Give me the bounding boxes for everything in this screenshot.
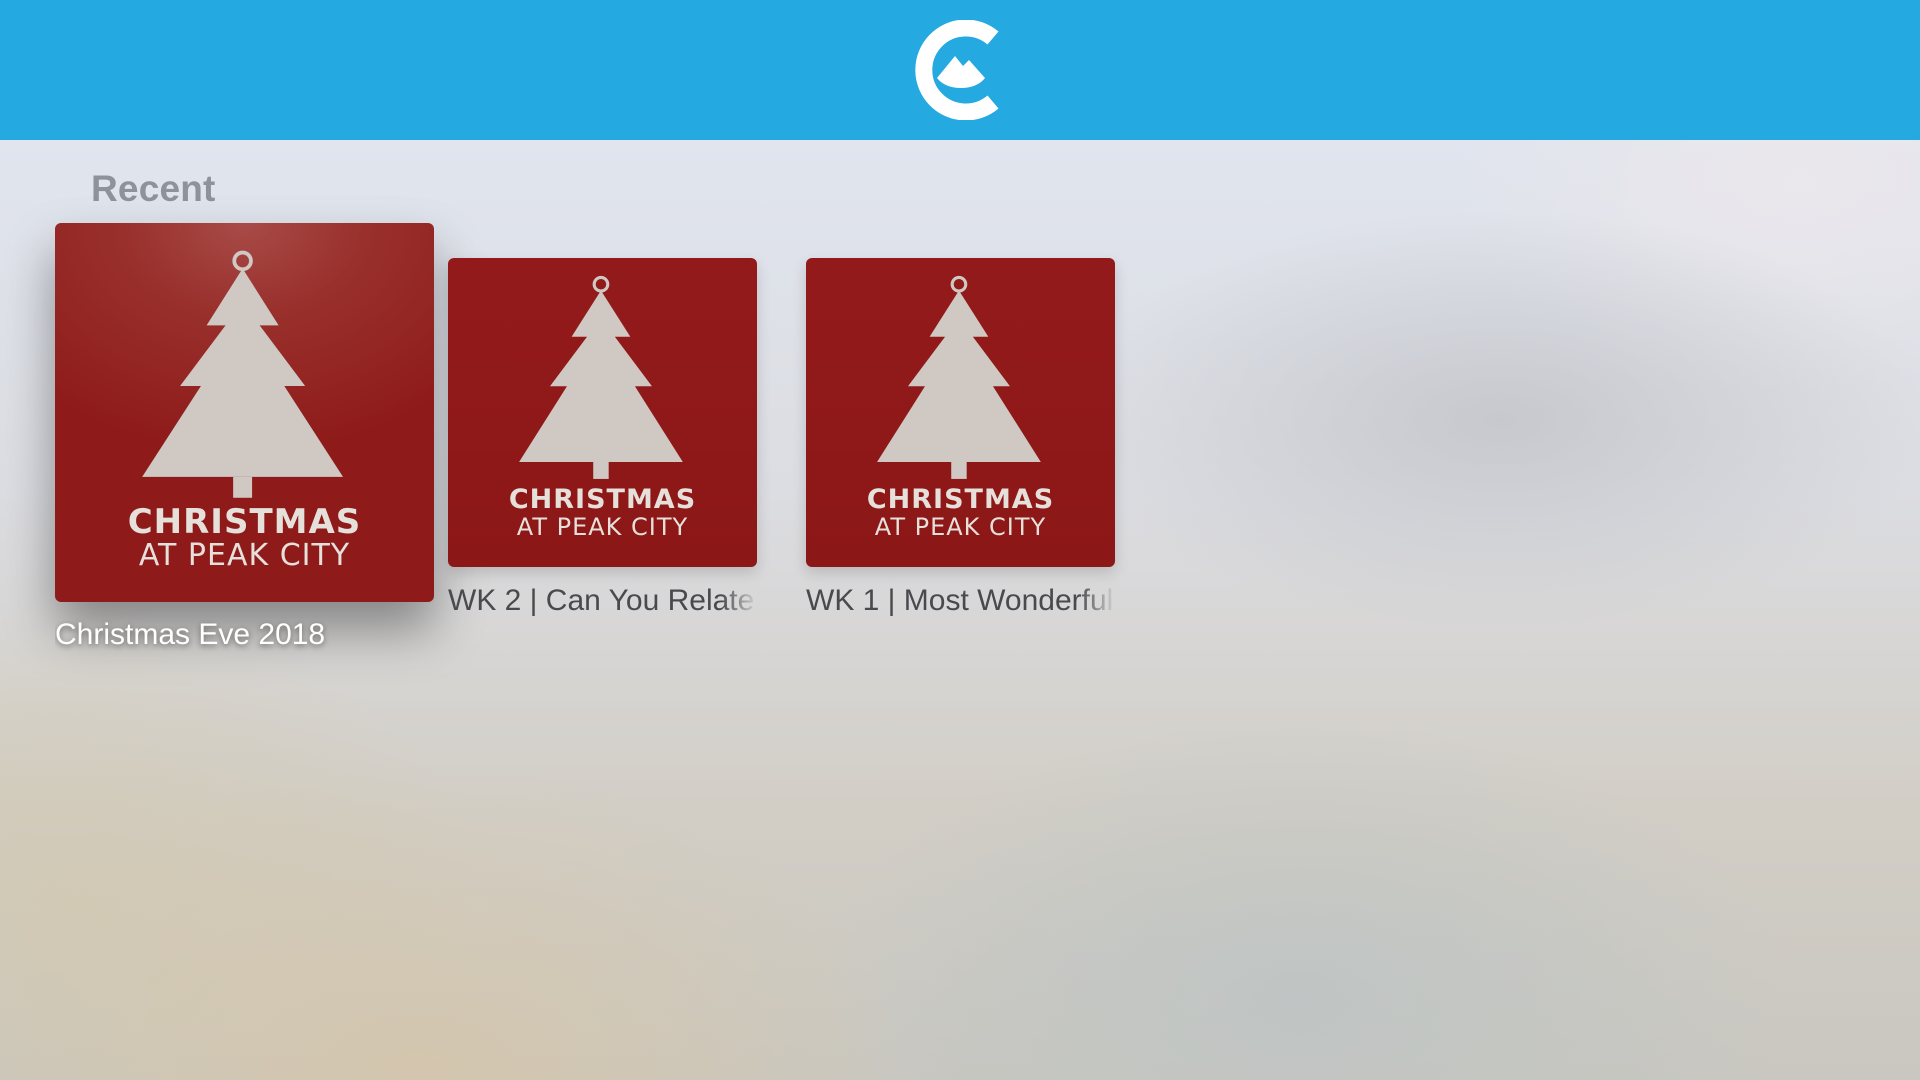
poster-subtitle-line: AT PEAK CITY xyxy=(874,513,1047,541)
poster-title-line: CHRISTMAS xyxy=(866,484,1055,515)
media-card-wk2[interactable]: CHRISTMAS AT PEAK CITY WK 2 | Can You Re… xyxy=(448,258,758,618)
card-title: WK 1 | Most Wonderful xyxy=(806,584,1114,617)
media-card-christmas-eve-2018[interactable]: CHRISTMAS AT PEAK CITY Christmas Eve 201… xyxy=(55,223,435,663)
poster-subtitle-line: AT PEAK CITY xyxy=(138,538,351,573)
peak-city-logo-icon[interactable] xyxy=(915,20,1007,120)
poster-subtitle-line: AT PEAK CITY xyxy=(516,513,689,541)
poster-image: CHRISTMAS AT PEAK CITY xyxy=(55,223,434,602)
poster-title-line: CHRISTMAS xyxy=(508,484,697,515)
top-bar xyxy=(0,0,1920,140)
section-title-recent: Recent xyxy=(91,168,216,209)
card-title: WK 2 | Can You Relate xyxy=(448,584,755,617)
poster-image: CHRISTMAS AT PEAK CITY xyxy=(448,258,757,567)
poster-title-line: CHRISTMAS xyxy=(127,502,362,542)
media-card-wk1[interactable]: CHRISTMAS AT PEAK CITY WK 1 | Most Wonde… xyxy=(806,258,1116,618)
poster-image: CHRISTMAS AT PEAK CITY xyxy=(806,258,1115,567)
card-title: Christmas Eve 2018 xyxy=(55,618,326,651)
